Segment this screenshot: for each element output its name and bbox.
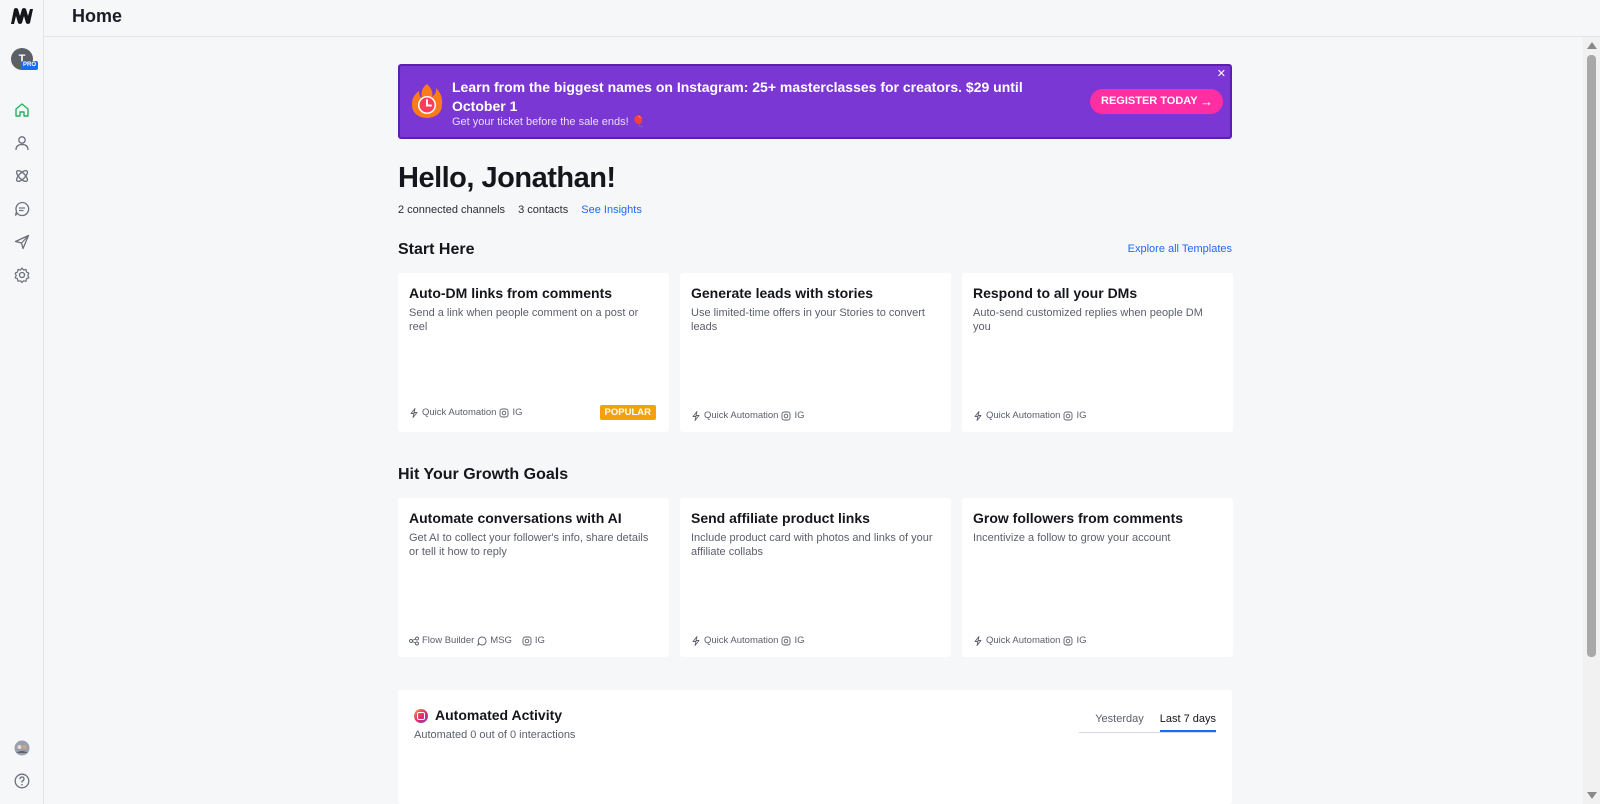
card-title: Generate leads with stories	[691, 285, 874, 301]
automation-icon[interactable]	[13, 167, 31, 185]
send-icon[interactable]	[13, 233, 31, 251]
messenger-icon	[477, 636, 487, 646]
fire-clock-icon	[410, 83, 444, 119]
automation-type: Quick Automation	[422, 407, 497, 418]
instagram-icon	[1064, 411, 1073, 420]
chat-icon[interactable]	[13, 200, 31, 218]
template-card-auto-dm[interactable]: Auto-DM links from comments Send a link …	[398, 273, 669, 432]
person-icon[interactable]	[13, 134, 31, 152]
automation-type: Quick Automation	[704, 635, 779, 646]
period-tabs: Yesterday Last 7 days	[1079, 713, 1216, 733]
card-meta: Flow Builder MSG IG	[409, 635, 545, 646]
home-icon[interactable]	[13, 101, 31, 119]
automation-type: Quick Automation	[986, 635, 1061, 646]
card-title: Automate conversations with AI	[409, 510, 622, 526]
scrollbar[interactable]	[1583, 37, 1600, 804]
template-card-respond-dms[interactable]: Respond to all your DMs Auto-send custom…	[962, 273, 1233, 432]
flow-builder-icon	[409, 636, 419, 645]
bolt-icon	[692, 410, 700, 421]
see-insights-link[interactable]: See Insights	[581, 204, 642, 216]
card-title: Send affiliate product links	[691, 510, 870, 526]
sidebar: T PRO	[0, 0, 44, 804]
close-icon[interactable]: ✕	[1217, 67, 1226, 80]
card-description: Use limited-time offers in your Stories …	[691, 307, 925, 333]
card-title: Respond to all your DMs	[973, 285, 1138, 301]
automation-type: Quick Automation	[986, 410, 1061, 421]
contacts-count: 3 contacts	[518, 204, 569, 216]
channel-label: IG	[534, 635, 545, 646]
top-bar: Home	[44, 0, 1600, 37]
channel-label: IG	[512, 407, 523, 418]
card-meta: Quick Automation IG	[691, 635, 805, 646]
channel-label: IG	[1076, 410, 1087, 421]
manychat-logo-icon[interactable]	[10, 6, 34, 26]
register-button-label: REGISTER TODAY	[1101, 95, 1198, 107]
bolt-icon	[410, 407, 418, 418]
activity-subtitle: Automated 0 out of 0 interactions	[414, 729, 576, 741]
explore-templates-link[interactable]: Explore all Templates	[1128, 243, 1232, 255]
scroll-thumb[interactable]	[1587, 55, 1596, 657]
bolt-icon	[692, 635, 700, 646]
card-title: Grow followers from comments	[973, 510, 1184, 526]
automation-type: Flow Builder	[422, 635, 475, 646]
template-card-leads-stories[interactable]: Generate leads with stories Use limited-…	[680, 273, 951, 432]
instagram-icon	[782, 411, 791, 420]
channel-label: IG	[794, 635, 805, 646]
automation-type: Quick Automation	[704, 410, 779, 421]
register-today-button[interactable]: REGISTER TODAY →	[1090, 89, 1223, 114]
pro-badge: PRO	[21, 61, 39, 70]
channel-label: IG	[1076, 635, 1087, 646]
instagram-icon	[414, 709, 428, 723]
tab-yesterday[interactable]: Yesterday	[1095, 713, 1144, 732]
account-stats: 2 connected channels 3 contacts See Insi…	[398, 204, 652, 216]
promo-banner[interactable]: Learn from the biggest names on Instagra…	[398, 64, 1232, 139]
card-meta: Quick Automation IG	[973, 410, 1087, 421]
gear-icon[interactable]	[13, 266, 31, 284]
bolt-icon	[974, 410, 982, 421]
card-description: Include product card with photos and lin…	[691, 532, 933, 558]
activity-title: Automated Activity	[435, 707, 563, 723]
page-title: Home	[72, 6, 123, 26]
card-description: Auto-send customized replies when people…	[973, 307, 1203, 333]
start-here-title: Start Here	[398, 241, 475, 258]
template-card-ai-conversations[interactable]: Automate conversations with AI Get AI to…	[398, 498, 669, 657]
card-description: Incentivize a follow to grow your accoun…	[973, 532, 1171, 544]
connected-channels: 2 connected channels	[398, 204, 506, 216]
popular-badge: POPULAR	[599, 405, 656, 420]
instagram-icon	[1064, 636, 1073, 645]
banner-title: Learn from the biggest names on Instagra…	[452, 79, 1023, 114]
account-switcher-icon[interactable]	[13, 739, 31, 757]
arrow-right-icon: →	[1200, 94, 1213, 109]
help-icon[interactable]	[13, 772, 31, 790]
channel-label: IG	[794, 410, 805, 421]
tab-last-7-days[interactable]: Last 7 days	[1159, 713, 1216, 732]
scroll-down-icon[interactable]	[1587, 792, 1597, 799]
greeting-title: Hello, Jonathan!	[398, 162, 616, 194]
growth-goals-title: Hit Your Growth Goals	[398, 466, 569, 483]
instagram-icon	[782, 636, 791, 645]
instagram-icon	[522, 636, 532, 645]
card-description: Send a link when people comment on a pos…	[409, 307, 639, 333]
automated-activity-panel: Automated Activity Automated 0 out of 0 …	[398, 690, 1232, 804]
card-meta: Quick Automation IG	[691, 410, 805, 421]
scroll-up-icon[interactable]	[1587, 42, 1597, 49]
card-description: Get AI to collect your follower's info, …	[409, 532, 649, 558]
card-meta: Quick Automation IG	[409, 407, 523, 418]
template-card-affiliate-links[interactable]: Send affiliate product links Include pro…	[680, 498, 951, 657]
channel-msg-label: MSG	[490, 635, 512, 646]
instagram-icon	[500, 408, 509, 417]
card-meta: Quick Automation IG	[973, 635, 1087, 646]
bolt-icon	[974, 635, 982, 646]
template-card-grow-followers[interactable]: Grow followers from comments Incentivize…	[962, 498, 1233, 657]
card-title: Auto-DM links from comments	[409, 285, 613, 301]
banner-subtitle: Get your ticket before the sale ends! 🎈	[452, 116, 646, 128]
